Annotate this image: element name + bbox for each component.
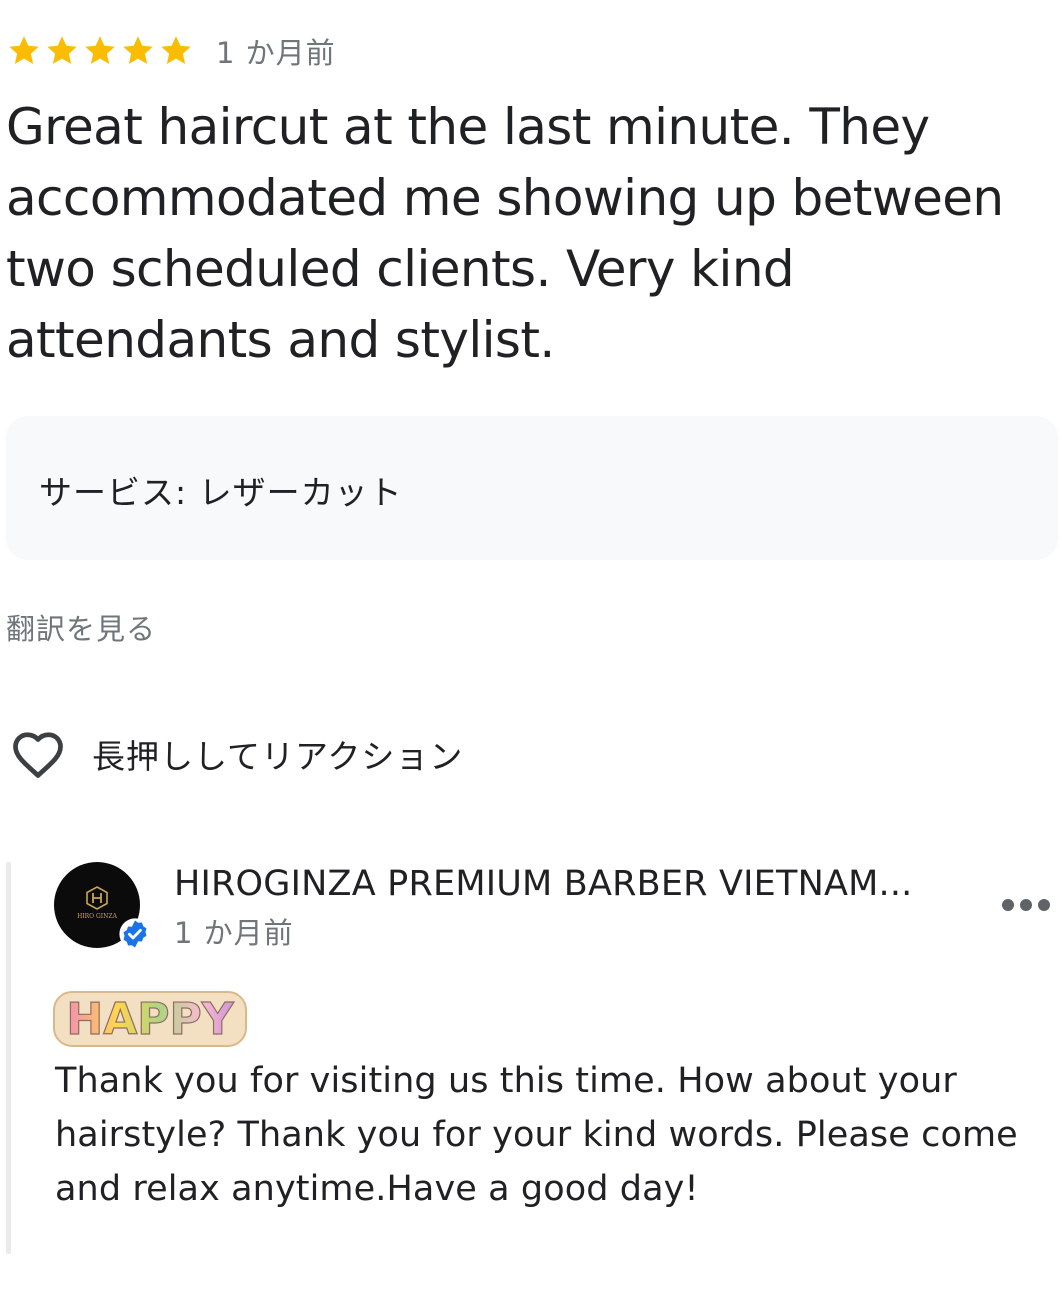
happy-sticker-text: HAPPY [66,994,234,1045]
review-text: Great haircut at the last minute. They a… [6,98,1004,369]
star-rating [6,33,194,69]
star-icon [82,33,118,69]
more-horizontal-icon [1002,899,1014,911]
owner-name[interactable]: HIROGINZA PREMIUM BARBER VIETNAM... [174,864,912,904]
service-box: サービス: レザーカット [6,416,1058,560]
barber-logo-icon [86,886,108,910]
reaction-label: 長押ししてリアクション [92,737,464,776]
star-icon [44,33,80,69]
reaction-button[interactable]: 長押ししてリアクション [8,724,463,784]
happy-sticker-image: HAPPY [52,988,248,1052]
star-icon [120,33,156,69]
star-icon [6,33,42,69]
owner-reply-text: Thank you for visiting us this time. How… [55,1061,1018,1209]
star-icon [158,33,194,69]
reply-date: 1 か月前 [174,916,294,950]
reply-indent-bar [6,862,11,1254]
see-translation-link[interactable]: 翻訳を見る [6,606,156,648]
rating-row: 1 か月前 [6,30,336,72]
review-date: 1 か月前 [216,36,336,70]
heart-outline-icon[interactable] [8,724,68,784]
verified-badge-icon [118,917,152,951]
service-label: サービス: レザーカット [39,473,403,512]
more-options-button[interactable] [1002,892,1050,918]
